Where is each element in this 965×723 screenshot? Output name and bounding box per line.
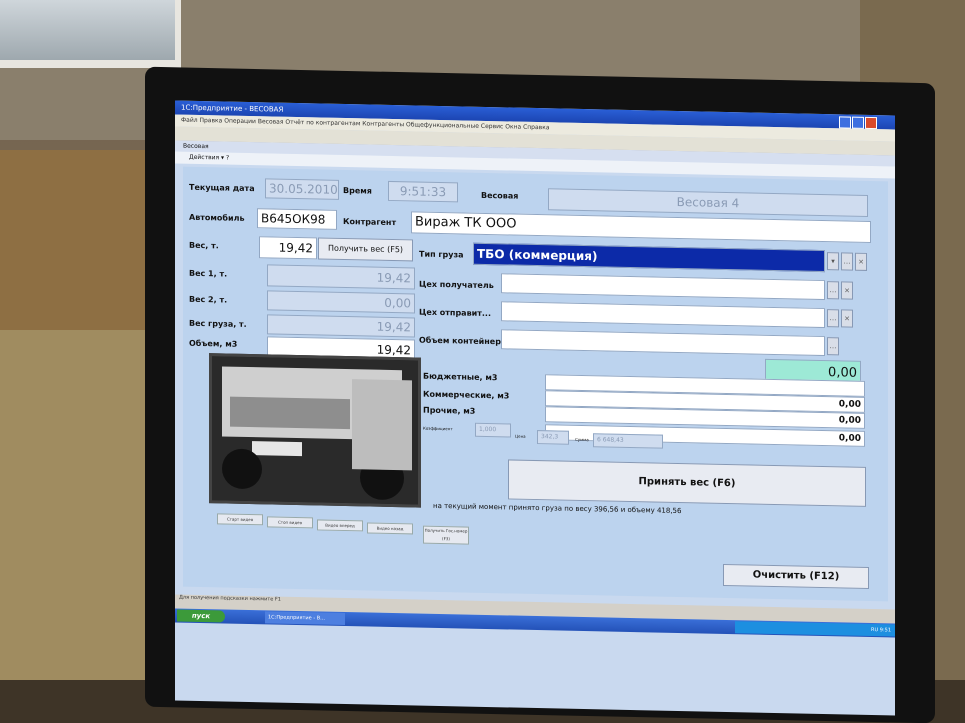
weight1-field[interactable]: 19,42 (267, 264, 415, 290)
select-icon[interactable]: … (827, 309, 839, 328)
receiver-label: Цех получатель (419, 279, 494, 291)
date-field[interactable]: 30.05.2010 (265, 178, 339, 200)
coef-label: Коэффициент (423, 425, 453, 432)
price-label: Цена (515, 433, 526, 439)
cargo-weight-field[interactable]: 19,42 (267, 314, 415, 338)
status-message: на текущий момент принято груза по весу … (433, 501, 682, 516)
weight1-label: Вес 1, т. (189, 268, 228, 279)
window-title: 1С:Предприятие - ВЕСОВАЯ (181, 103, 284, 114)
close-icon[interactable] (865, 116, 877, 130)
container-volume-field[interactable] (501, 329, 825, 357)
start-button[interactable]: пуск (177, 609, 225, 623)
clear-icon[interactable]: × (841, 309, 853, 328)
dropdown-icon[interactable]: ▾ (827, 252, 839, 271)
commercial-label: Коммерческие, м3 (423, 389, 510, 401)
budget-label: Бюджетные, м3 (423, 371, 498, 383)
sender-field[interactable] (501, 301, 825, 329)
clear-icon[interactable]: × (841, 281, 853, 300)
weight-label: Вес, т. (189, 240, 219, 251)
other-label: Прочие, м3 (423, 405, 476, 416)
time-label: Время (343, 185, 372, 196)
video-back-button[interactable]: Видео назад (367, 522, 413, 535)
monitor-screen: 1С:Предприятие - ВЕСОВАЯ Файл Правка Опе… (175, 100, 895, 716)
scale-field[interactable]: Весовая 4 (548, 188, 868, 217)
weight-field[interactable]: 19,42 (259, 236, 317, 260)
get-number-button[interactable]: Получить Гос.номер (F3) (423, 525, 469, 545)
car-label: Автомобиль (189, 212, 245, 223)
cargo-type-label: Тип груза (419, 249, 464, 260)
volume-label: Объем, м3 (189, 338, 238, 349)
sum-field[interactable]: 6 648,43 (593, 433, 663, 449)
sum-label: Сумма (575, 436, 589, 443)
taskbar-item[interactable]: 1С:Предприятие - В... (265, 611, 345, 626)
select-icon[interactable]: … (841, 252, 853, 271)
contractor-label: Контрагент (343, 216, 397, 228)
select-icon[interactable]: … (827, 337, 839, 356)
accept-weight-button[interactable]: Принять вес (F6) (508, 459, 866, 507)
room-window (0, 0, 181, 68)
tab-scale[interactable]: Весовая (183, 143, 209, 151)
cargo-weight-label: Вес груза, т. (189, 318, 247, 329)
clear-icon[interactable]: × (855, 252, 867, 271)
start-video-button[interactable]: Старт видео (217, 513, 263, 526)
price-field[interactable]: 342,3 (537, 430, 569, 445)
scale-form: Текущая дата 30.05.2010 Время 9:51:33 Ве… (183, 166, 888, 602)
weight2-label: Вес 2, т. (189, 294, 228, 305)
stop-video-button[interactable]: Стоп видео (267, 516, 313, 529)
cargo-type-field[interactable]: ТБО (коммерция) (473, 242, 825, 273)
select-icon[interactable]: … (827, 281, 839, 300)
car-field[interactable]: В645ОК98 (257, 208, 337, 230)
clear-button[interactable]: Очистить (F12) (723, 563, 869, 589)
coef-field[interactable]: 1,000 (475, 422, 511, 438)
window-sill (0, 150, 160, 340)
get-weight-button[interactable]: Получить вес (F5) (318, 237, 413, 262)
receiver-field[interactable] (501, 273, 825, 301)
sender-label: Цех отправит... (419, 307, 491, 319)
maximize-icon[interactable] (852, 116, 864, 129)
video-forward-button[interactable]: Видео вперед (317, 519, 363, 532)
date-label: Текущая дата (189, 182, 255, 194)
time-field[interactable]: 9:51:33 (388, 180, 458, 203)
weight2-field[interactable]: 0,00 (267, 290, 415, 314)
contractor-field[interactable]: Вираж ТК ООО (411, 211, 871, 244)
scale-label: Весовая (481, 190, 519, 201)
minimize-icon[interactable] (839, 116, 851, 129)
truck-photo (209, 353, 421, 508)
